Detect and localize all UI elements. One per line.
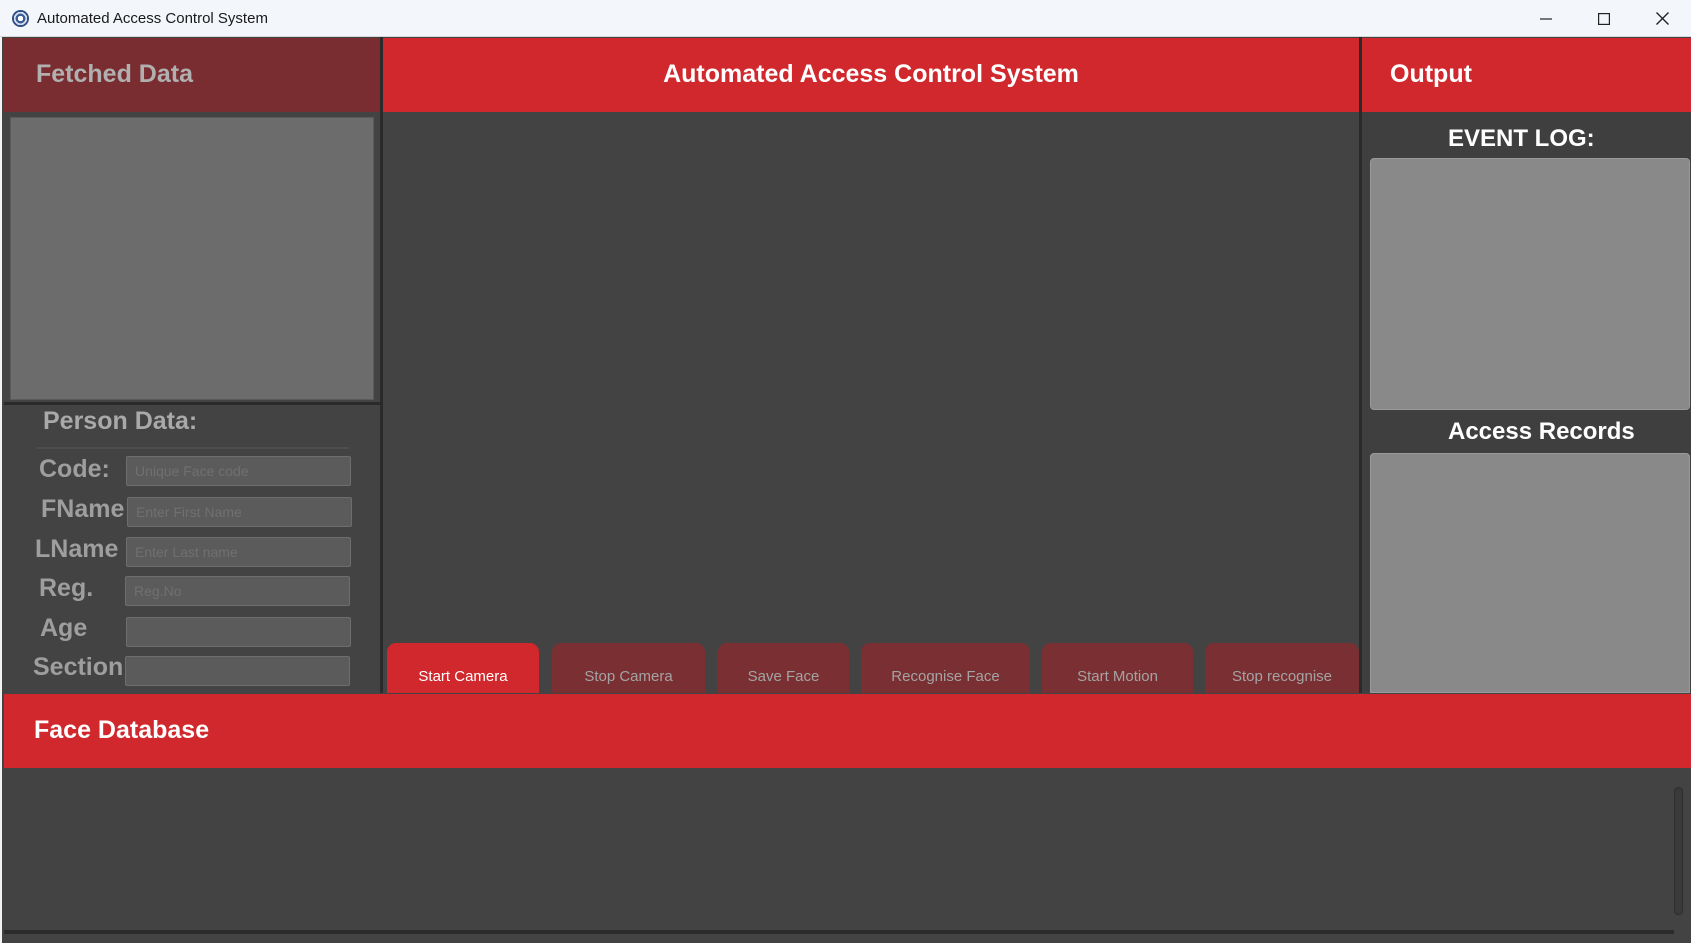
section-label: Section [33, 653, 124, 681]
person-data-title: Person Data: [43, 407, 198, 435]
reg-number-field[interactable] [125, 576, 350, 606]
app-logo-icon [12, 10, 29, 27]
lname-label: LName [35, 535, 119, 563]
face-database-area [4, 768, 1691, 943]
face-database-title: Face Database [34, 716, 210, 744]
first-name-field[interactable] [127, 497, 352, 527]
close-icon [1655, 12, 1669, 25]
app-body: Fetched Data Person Data: Code: FName LN… [2, 37, 1691, 943]
age-field[interactable] [126, 617, 351, 647]
section-field[interactable] [125, 656, 350, 686]
face-database-horizontal-scrollbar[interactable] [4, 930, 1674, 934]
start-camera-button[interactable]: Start Camera [387, 643, 539, 693]
code-label: Code: [39, 455, 110, 483]
maximize-icon [1598, 12, 1610, 25]
fetched-data-title: Fetched Data [36, 60, 193, 88]
stop-camera-button[interactable]: Stop Camera [552, 643, 705, 693]
main-title: Automated Access Control System [663, 60, 1079, 88]
maximize-button[interactable] [1575, 0, 1633, 37]
fname-label: FName [41, 495, 125, 523]
output-header: Output [1362, 38, 1691, 112]
left-divider [4, 402, 380, 405]
camera-feed-area [383, 112, 1359, 693]
access-records-title: Access Records [1448, 418, 1635, 445]
fetched-data-header: Fetched Data [4, 38, 380, 112]
access-records-box[interactable] [1370, 453, 1690, 693]
recognise-face-button[interactable]: Recognise Face [861, 643, 1030, 693]
code-field[interactable] [126, 456, 351, 486]
fetched-image-box [10, 117, 374, 400]
window-title-bar: Automated Access Control System [0, 0, 1691, 37]
main-header: Automated Access Control System [383, 38, 1359, 112]
event-log-box[interactable] [1370, 158, 1690, 410]
face-database-header: Face Database [4, 694, 1691, 768]
start-motion-button[interactable]: Start Motion [1042, 643, 1193, 693]
face-database-vertical-scrollbar[interactable] [1674, 787, 1683, 915]
stop-recognise-button[interactable]: Stop recognise [1205, 643, 1359, 693]
age-label: Age [40, 614, 88, 642]
event-log-title: EVENT LOG: [1448, 125, 1595, 152]
reg-label: Reg. [39, 574, 94, 602]
minimize-icon [1540, 17, 1552, 20]
person-data-divider [37, 447, 349, 449]
last-name-field[interactable] [126, 537, 351, 567]
close-button[interactable] [1633, 0, 1691, 37]
save-face-button[interactable]: Save Face [718, 643, 849, 693]
output-title: Output [1390, 60, 1472, 88]
window-title: Automated Access Control System [37, 10, 268, 27]
minimize-button[interactable] [1517, 0, 1575, 37]
